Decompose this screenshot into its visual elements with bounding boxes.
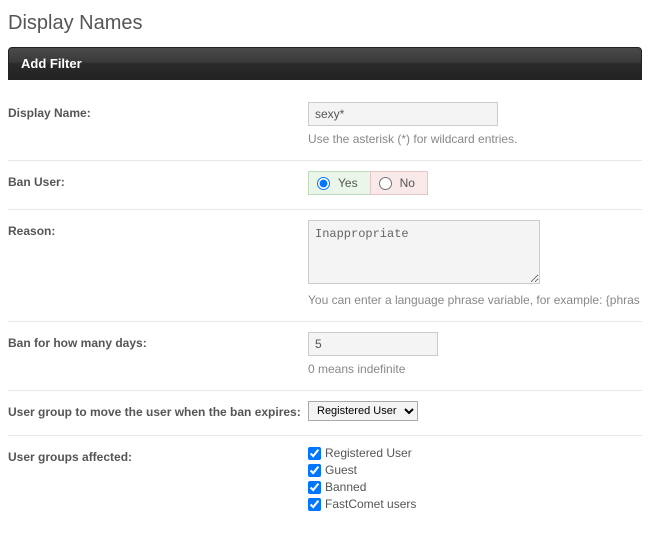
- ban-user-radio-group: Yes No: [308, 171, 428, 195]
- affected-group-item[interactable]: Registered User: [308, 446, 642, 460]
- affected-groups-label: User groups affected:: [8, 446, 308, 464]
- reason-label: Reason:: [8, 220, 308, 238]
- row-reason: Reason: Inappropriate You can enter a la…: [8, 210, 642, 322]
- ban-days-input[interactable]: [308, 332, 438, 356]
- affected-group-item[interactable]: Banned: [308, 480, 642, 494]
- row-ban-days: Ban for how many days: 0 means indefinit…: [8, 322, 642, 391]
- row-move-group: User group to move the user when the ban…: [8, 391, 642, 436]
- ban-user-yes-label: Yes: [338, 176, 358, 190]
- affected-groups-list: Registered User Guest Banned FastComet u…: [308, 446, 642, 514]
- affected-group-item[interactable]: Guest: [308, 463, 642, 477]
- affected-group-text: FastComet users: [325, 497, 416, 511]
- ban-user-yes-radio[interactable]: [317, 177, 330, 190]
- display-name-label: Display Name:: [8, 102, 308, 120]
- affected-group-checkbox[interactable]: [308, 498, 321, 511]
- reason-hint: You can enter a language phrase variable…: [308, 293, 642, 307]
- ban-user-label: Ban User:: [8, 171, 308, 189]
- add-filter-form: Display Name: Use the asterisk (*) for w…: [8, 80, 642, 528]
- panel-header: Add Filter: [8, 47, 642, 80]
- reason-input[interactable]: Inappropriate: [308, 220, 540, 284]
- ban-days-hint: 0 means indefinite: [308, 362, 642, 376]
- page-title: Display Names: [8, 12, 642, 35]
- move-group-label: User group to move the user when the ban…: [8, 401, 308, 419]
- affected-group-text: Guest: [325, 463, 357, 477]
- affected-group-checkbox[interactable]: [308, 464, 321, 477]
- ban-user-no-radio[interactable]: [379, 177, 392, 190]
- affected-group-item[interactable]: FastComet users: [308, 497, 642, 511]
- affected-group-text: Registered User: [325, 446, 412, 460]
- move-group-select[interactable]: Registered User: [308, 401, 418, 421]
- ban-days-label: Ban for how many days:: [8, 332, 308, 350]
- row-affected-groups: User groups affected: Registered User Gu…: [8, 436, 642, 528]
- row-ban-user: Ban User: Yes No: [8, 161, 642, 210]
- ban-user-yes[interactable]: Yes: [308, 171, 370, 195]
- affected-group-checkbox[interactable]: [308, 447, 321, 460]
- ban-user-no[interactable]: No: [370, 171, 428, 195]
- display-name-hint: Use the asterisk (*) for wildcard entrie…: [308, 132, 642, 146]
- affected-group-text: Banned: [325, 480, 366, 494]
- row-display-name: Display Name: Use the asterisk (*) for w…: [8, 92, 642, 161]
- affected-group-checkbox[interactable]: [308, 481, 321, 494]
- display-name-input[interactable]: [308, 102, 498, 126]
- ban-user-no-label: No: [400, 176, 415, 190]
